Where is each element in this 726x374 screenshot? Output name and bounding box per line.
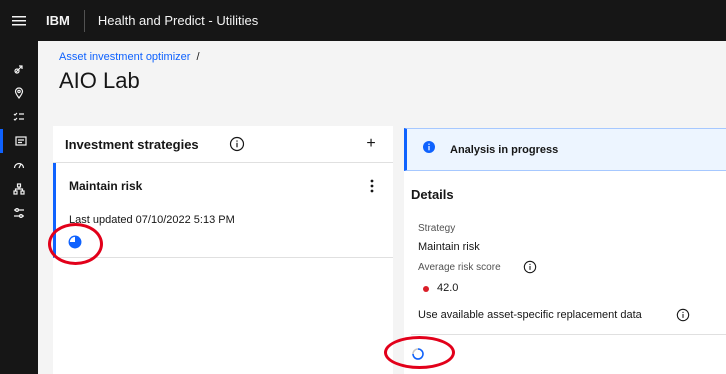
brand-logo[interactable]: IBM	[38, 9, 85, 32]
strategy-card[interactable]: Maintain risk Last updated 07/10/2022 5:…	[53, 163, 393, 258]
strategy-value: Maintain risk	[418, 241, 480, 253]
rocket-icon[interactable]	[0, 57, 38, 81]
divider	[411, 334, 726, 335]
app-name: Health and Predict - Utilities	[97, 13, 259, 28]
location-icon[interactable]	[0, 81, 38, 105]
info-icon[interactable]	[523, 260, 537, 279]
details-title: Details	[411, 187, 454, 202]
last-updated-text: Last updated 07/10/2022 5:13 PM	[69, 214, 235, 226]
replacement-data-label: Use available asset-specific replacement…	[418, 309, 642, 321]
panel-header: Investment strategies	[53, 126, 393, 163]
investment-strategies-panel: Investment strategies + Maintain risk La…	[53, 126, 393, 374]
page-title: AIO Lab	[59, 68, 140, 93]
dashboard-icon[interactable]	[0, 129, 38, 153]
hierarchy-icon[interactable]	[0, 177, 38, 201]
details-panel: Analysis in progress Details Strategy Ma…	[404, 128, 726, 374]
settings-adjust-icon[interactable]	[0, 201, 38, 225]
info-filled-icon	[422, 140, 436, 159]
inline-notification: Analysis in progress	[404, 128, 726, 171]
breadcrumb-link[interactable]: Asset investment optimizer	[59, 51, 190, 63]
side-nav	[0, 41, 38, 374]
strategy-name: Maintain risk	[69, 179, 143, 193]
risk-status-dot	[423, 286, 429, 292]
highlight-annotation	[48, 223, 103, 265]
info-icon[interactable]	[229, 136, 245, 157]
panel-title: Investment strategies	[65, 136, 199, 152]
highlight-annotation	[384, 336, 455, 369]
info-icon[interactable]	[676, 308, 690, 327]
meter-icon[interactable]	[0, 153, 38, 177]
task-list-icon[interactable]	[0, 105, 38, 129]
strategy-label: Strategy	[418, 223, 456, 234]
notification-text: Analysis in progress	[450, 143, 559, 156]
add-strategy-button[interactable]: +	[361, 134, 381, 154]
breadcrumb-separator: /	[196, 51, 200, 63]
hamburger-menu-icon[interactable]	[0, 0, 38, 41]
risk-score-label: Average risk score	[418, 262, 501, 273]
overflow-menu-icon[interactable]	[364, 177, 380, 195]
risk-score-value: 42.0	[437, 282, 459, 294]
breadcrumb: Asset investment optimizer /	[59, 51, 200, 63]
top-bar: IBM Health and Predict - Utilities	[0, 0, 726, 41]
